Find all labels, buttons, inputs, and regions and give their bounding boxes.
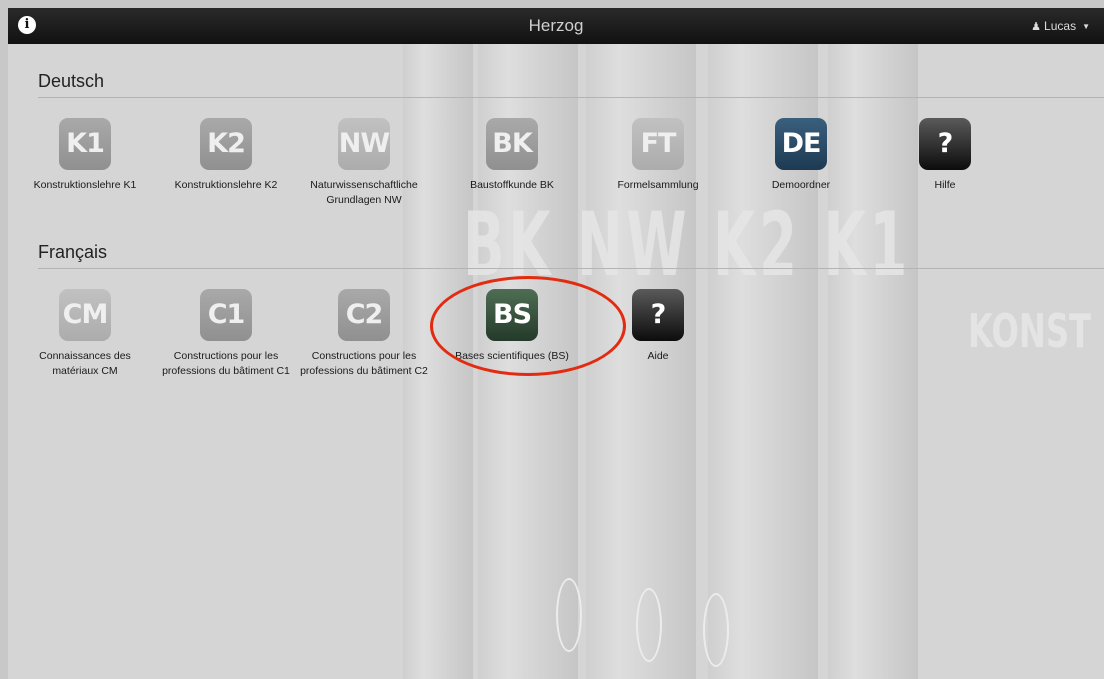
binder-label: Constructions pour les professions du bâ… xyxy=(162,350,290,377)
user-icon: ♟ xyxy=(1031,20,1042,33)
bk-icon: BK xyxy=(486,118,538,170)
binder-label: Konstruktionslehre K2 xyxy=(174,179,278,191)
background-konst-text: KONST xyxy=(968,304,1091,358)
section-title-deutsch: Deutsch xyxy=(38,71,105,91)
binder-c2[interactable]: C2 Constructions pour les professions du… xyxy=(299,289,429,379)
binder-label: Demoordner xyxy=(771,179,831,191)
section-divider xyxy=(38,268,1104,269)
binder-label: Baustoffkunde BK xyxy=(470,179,554,191)
cm-icon: CM xyxy=(59,289,111,341)
binder-label: Constructions pour les professions du bâ… xyxy=(300,350,428,377)
help-icon: ? xyxy=(632,289,684,341)
binder-label: Connaissances des matériaux CM xyxy=(39,350,131,377)
binder-label: Konstruktionslehre K1 xyxy=(33,179,137,191)
app-window: BK NW K2 K1 KONST i Herzog ♟ Lucas ▼ Deu… xyxy=(8,8,1104,679)
help-icon: ? xyxy=(919,118,971,170)
chevron-down-icon: ▼ xyxy=(1082,21,1090,31)
binder-cm[interactable]: CM Connaissances des matériaux CM xyxy=(20,289,150,379)
user-menu[interactable]: ♟ Lucas ▼ xyxy=(1031,19,1090,33)
de-icon: DE xyxy=(775,118,827,170)
bs-icon: BS xyxy=(486,289,538,341)
binder-label: Naturwissenschaftliche Grundlagen NW xyxy=(310,179,418,206)
binder-label: Formelsammlung xyxy=(617,179,699,191)
binder-c1[interactable]: C1 Constructions pour les professions du… xyxy=(161,289,291,379)
binder-ft[interactable]: FT Formelsammlung xyxy=(593,118,723,193)
background-letters: BK NW K2 K1 xyxy=(463,193,912,296)
nw-icon: NW xyxy=(338,118,390,170)
c2-icon: C2 xyxy=(338,289,390,341)
binder-label: Bases scientifiques (BS) xyxy=(455,350,569,362)
binder-k1[interactable]: K1 Konstruktionslehre K1 xyxy=(20,118,150,193)
top-navbar: i Herzog ♟ Lucas ▼ xyxy=(8,8,1104,44)
binder-demo[interactable]: DE Demoordner xyxy=(736,118,866,193)
binder-label: Aide xyxy=(647,350,669,362)
k1-icon: K1 xyxy=(59,118,111,170)
c1-icon: C1 xyxy=(200,289,252,341)
section-title-francais: Français xyxy=(38,242,108,262)
binder-bk[interactable]: BK Baustoffkunde BK xyxy=(447,118,577,193)
binder-aide[interactable]: ? Aide xyxy=(593,289,723,364)
app-title: Herzog xyxy=(528,16,584,35)
user-name: Lucas xyxy=(1044,19,1077,33)
binder-help[interactable]: ? Hilfe xyxy=(880,118,1010,193)
binder-k2[interactable]: K2 Konstruktionslehre K2 xyxy=(161,118,291,193)
binder-label: Hilfe xyxy=(934,179,956,191)
ft-icon: FT xyxy=(632,118,684,170)
binder-nw[interactable]: NW Naturwissenschaftliche Grundlagen NW xyxy=(299,118,429,208)
section-divider xyxy=(38,97,1104,98)
k2-icon: K2 xyxy=(200,118,252,170)
binder-bs[interactable]: BS Bases scientifiques (BS) xyxy=(447,289,577,364)
